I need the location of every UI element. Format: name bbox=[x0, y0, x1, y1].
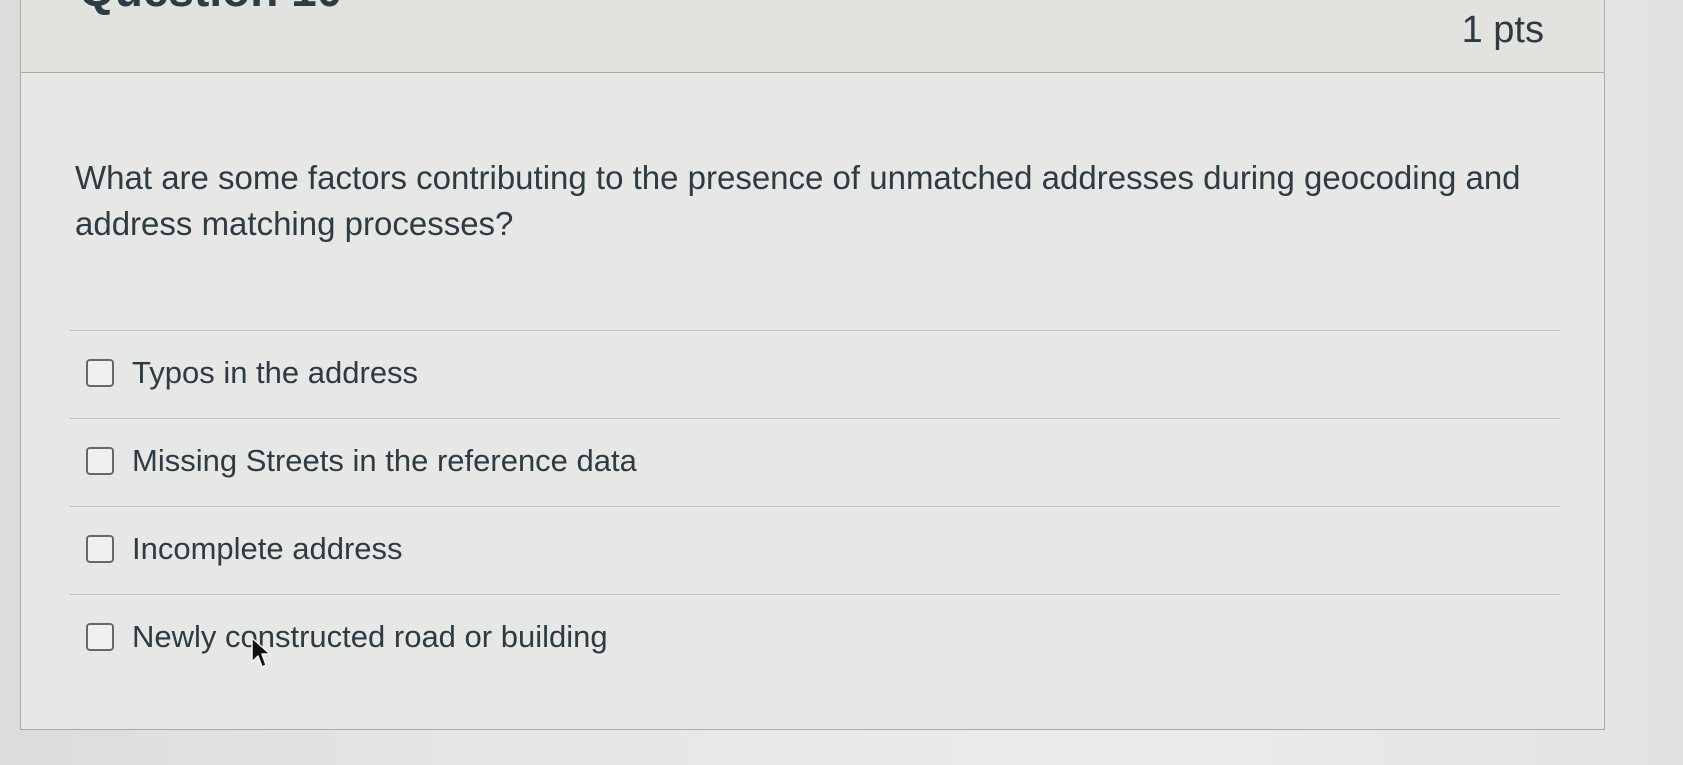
question-header: Question 10 1 pts bbox=[21, 0, 1604, 73]
answer-label[interactable]: Typos in the address bbox=[132, 355, 418, 391]
answer-option[interactable]: Missing Streets in the reference data bbox=[70, 418, 1560, 506]
question-points: 1 pts bbox=[1461, 9, 1544, 51]
checkbox-icon[interactable] bbox=[86, 622, 114, 651]
answer-list: Typos in the address Missing Streets in … bbox=[70, 330, 1560, 682]
checkbox-icon[interactable] bbox=[86, 358, 114, 387]
mouse-pointer-icon bbox=[251, 637, 271, 668]
answer-option[interactable]: Newly constructed road or building bbox=[70, 594, 1560, 682]
answer-label[interactable]: Incomplete address bbox=[132, 531, 403, 567]
checkbox-icon[interactable] bbox=[86, 446, 114, 475]
answer-label[interactable]: Newly constructed road or building bbox=[132, 619, 608, 655]
question-text: What are some factors contributing to th… bbox=[75, 159, 1521, 242]
answer-option[interactable]: Typos in the address bbox=[70, 330, 1560, 418]
checkbox-icon[interactable] bbox=[86, 534, 114, 563]
answer-label[interactable]: Missing Streets in the reference data bbox=[132, 443, 637, 479]
answer-option[interactable]: Incomplete address bbox=[70, 506, 1560, 594]
question-title: Question 10 bbox=[79, 0, 342, 17]
